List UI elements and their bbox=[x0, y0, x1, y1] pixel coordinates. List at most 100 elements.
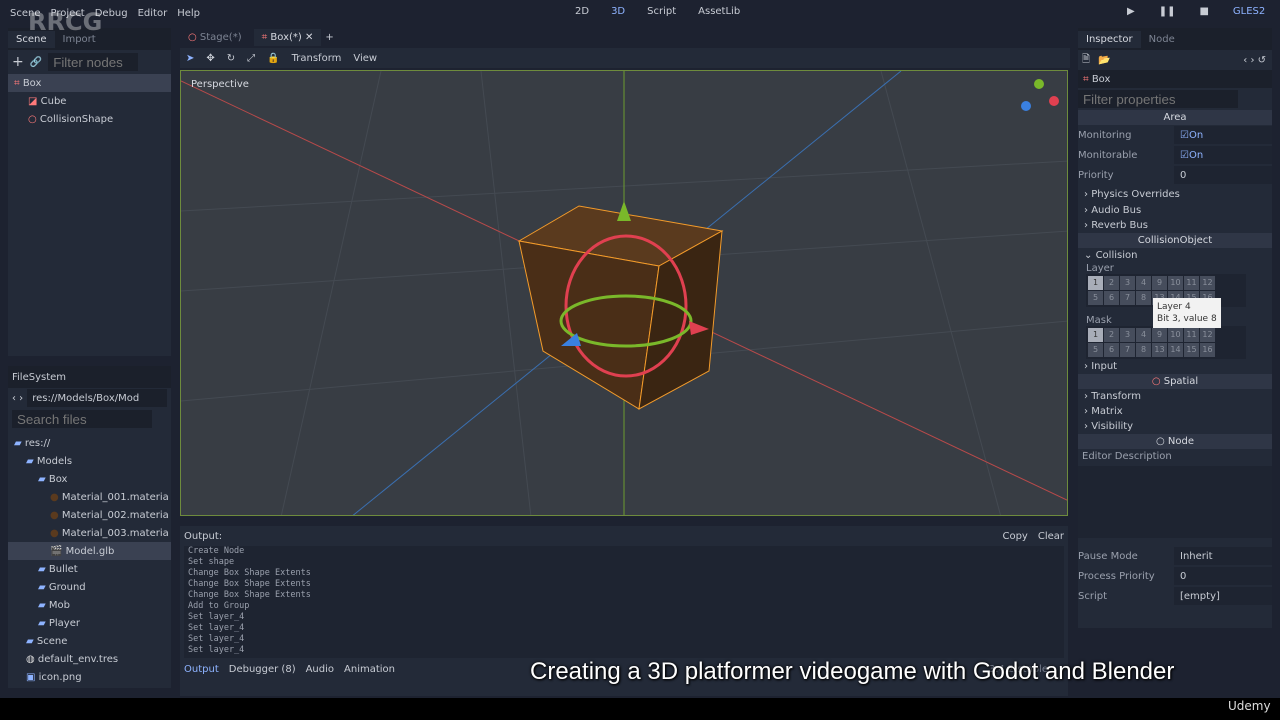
new-resource-icon[interactable]: 🗎 bbox=[1082, 52, 1090, 69]
group-input[interactable]: › Input bbox=[1078, 359, 1272, 374]
layer-bit[interactable]: 5 bbox=[1088, 291, 1103, 305]
object-selector[interactable]: ⌗ Box bbox=[1078, 70, 1272, 88]
layer-bit[interactable]: 6 bbox=[1104, 343, 1119, 357]
layer-bit[interactable]: 11 bbox=[1184, 328, 1199, 342]
file-item[interactable]: ▣ icon.png bbox=[8, 668, 171, 686]
file-item[interactable]: ▰ Mob bbox=[8, 596, 171, 614]
tab-stage[interactable]: ○ Stage(*) bbox=[180, 29, 250, 46]
layer-bit[interactable]: 14 bbox=[1168, 343, 1183, 357]
layer-bit[interactable]: 8 bbox=[1136, 343, 1151, 357]
3d-viewport[interactable]: Perspective bbox=[180, 70, 1068, 516]
layer-bit[interactable]: 11 bbox=[1184, 276, 1199, 290]
file-item[interactable]: ◍ default_env.tres bbox=[8, 650, 171, 668]
workspace-3d[interactable]: 3D bbox=[611, 6, 625, 17]
open-icon[interactable]: 📂 bbox=[1098, 55, 1110, 66]
editor-description-field[interactable] bbox=[1078, 466, 1272, 538]
play-icon[interactable]: ▶ bbox=[1127, 6, 1135, 17]
group-transform[interactable]: › Transform bbox=[1078, 389, 1272, 404]
layer-bit[interactable]: 9 bbox=[1152, 328, 1167, 342]
workspace-assetlib[interactable]: AssetLib bbox=[698, 6, 740, 17]
lock-icon[interactable]: 🔒 bbox=[267, 53, 279, 64]
file-item[interactable]: ● Material_002.materia bbox=[8, 506, 171, 524]
layer-bit[interactable]: 4 bbox=[1136, 276, 1151, 290]
file-item[interactable]: ● Material_003.materia bbox=[8, 524, 171, 542]
search-files-input[interactable] bbox=[12, 410, 152, 428]
file-item[interactable]: ▰ Models bbox=[8, 452, 171, 470]
file-item[interactable]: ▰ Bullet bbox=[8, 560, 171, 578]
group-matrix[interactable]: › Matrix bbox=[1078, 404, 1272, 419]
layer-bit[interactable]: 6 bbox=[1104, 291, 1119, 305]
layer-bit[interactable]: 1 bbox=[1088, 276, 1103, 290]
add-node-icon[interactable]: + bbox=[12, 54, 24, 70]
layer-bit[interactable]: 15 bbox=[1184, 343, 1199, 357]
layer-bit[interactable]: 12 bbox=[1200, 276, 1215, 290]
layer-bit[interactable]: 7 bbox=[1120, 291, 1135, 305]
script-select[interactable]: [empty] bbox=[1174, 587, 1272, 605]
file-item[interactable]: ▰ res:// bbox=[8, 434, 171, 452]
tab-debugger[interactable]: Debugger (8) bbox=[229, 664, 296, 675]
file-item[interactable]: 🎬 Model.glb bbox=[8, 542, 171, 560]
group-physics-overrides[interactable]: › Physics Overrides bbox=[1078, 185, 1272, 203]
file-item[interactable]: ▰ Scene bbox=[8, 632, 171, 650]
link-icon[interactable]: 🔗 bbox=[30, 57, 42, 68]
group-collision[interactable]: ⌄ Collision bbox=[1078, 248, 1272, 263]
layer-bit[interactable]: 13 bbox=[1152, 343, 1167, 357]
tree-node-cube[interactable]: ◪ Cube bbox=[8, 92, 171, 110]
layer-bit[interactable]: 10 bbox=[1168, 276, 1183, 290]
pause-icon[interactable]: ❚❚ bbox=[1159, 6, 1176, 17]
layer-bit[interactable]: 4 bbox=[1136, 328, 1151, 342]
mask-bits[interactable]: 1 2 3 4 9 10 11 12 5 6 7 8 13 14 15 16 bbox=[1086, 326, 1246, 359]
layer-bit[interactable]: 7 bbox=[1120, 343, 1135, 357]
tree-node-box[interactable]: ⌗ Box bbox=[8, 74, 171, 92]
monitorable-checkbox[interactable]: ☑ On bbox=[1174, 146, 1272, 164]
layer-bit[interactable]: 10 bbox=[1168, 328, 1183, 342]
layer-bit[interactable]: 2 bbox=[1104, 328, 1119, 342]
tab-box[interactable]: ⌗ Box(*) ✕ bbox=[253, 28, 322, 46]
layer-bit[interactable]: 2 bbox=[1104, 276, 1119, 290]
filter-nodes-input[interactable] bbox=[48, 53, 139, 71]
filter-properties-input[interactable] bbox=[1078, 90, 1238, 108]
renderer-select[interactable]: GLES2 bbox=[1233, 6, 1265, 17]
copy-button[interactable]: Copy bbox=[1002, 531, 1027, 542]
tab-animation[interactable]: Animation bbox=[344, 664, 395, 675]
select-tool-icon[interactable]: ➤ bbox=[186, 53, 194, 64]
group-visibility[interactable]: › Visibility bbox=[1078, 419, 1272, 434]
perspective-menu[interactable]: Perspective bbox=[191, 79, 249, 90]
layer-bit[interactable]: 9 bbox=[1152, 276, 1167, 290]
new-tab-icon[interactable]: + bbox=[325, 32, 333, 43]
file-item[interactable]: ▰ Ground bbox=[8, 578, 171, 596]
menu-editor[interactable]: Editor bbox=[138, 8, 168, 19]
path-field[interactable]: res://Models/Box/Mod bbox=[27, 389, 167, 407]
menu-help[interactable]: Help bbox=[177, 8, 200, 19]
file-item[interactable]: ▰ Player bbox=[8, 614, 171, 632]
scale-tool-icon[interactable]: ⤢ bbox=[247, 53, 255, 64]
view-menu[interactable]: View bbox=[353, 53, 377, 64]
move-tool-icon[interactable]: ✥ bbox=[206, 53, 214, 64]
process-priority-spinbox[interactable]: 0 bbox=[1174, 567, 1272, 585]
stop-icon[interactable]: ■ bbox=[1199, 6, 1208, 17]
group-audio-bus[interactable]: › Audio Bus bbox=[1078, 203, 1272, 218]
group-reverb-bus[interactable]: › Reverb Bus bbox=[1078, 218, 1272, 233]
layer-bit[interactable]: 1 bbox=[1088, 328, 1103, 342]
tab-node[interactable]: Node bbox=[1141, 31, 1183, 48]
tab-output[interactable]: Output bbox=[184, 664, 219, 675]
clear-button[interactable]: Clear bbox=[1038, 531, 1064, 542]
rotate-tool-icon[interactable]: ↻ bbox=[227, 53, 235, 64]
monitoring-checkbox[interactable]: ☑ On bbox=[1174, 126, 1272, 144]
workspace-2d[interactable]: 2D bbox=[575, 6, 589, 17]
layer-bit[interactable]: 8 bbox=[1136, 291, 1151, 305]
tree-node-collisionshape[interactable]: ○ CollisionShape bbox=[8, 110, 171, 128]
layer-bit[interactable]: 16 bbox=[1200, 343, 1215, 357]
layer-bit[interactable]: 12 bbox=[1200, 328, 1215, 342]
transform-menu[interactable]: Transform bbox=[292, 53, 342, 64]
layer-bit[interactable]: 5 bbox=[1088, 343, 1103, 357]
priority-spinbox[interactable]: 0 bbox=[1174, 166, 1272, 184]
layer-bit[interactable]: 3 bbox=[1120, 328, 1135, 342]
workspace-script[interactable]: Script bbox=[647, 6, 676, 17]
pause-mode-select[interactable]: Inherit bbox=[1174, 547, 1272, 565]
tab-inspector[interactable]: Inspector bbox=[1078, 30, 1141, 48]
history-icon[interactable]: ‹ › ↺ bbox=[1243, 55, 1266, 66]
back-icon[interactable]: ‹ › bbox=[12, 393, 23, 404]
file-item[interactable]: ● Material_001.materia bbox=[8, 488, 171, 506]
file-item[interactable]: ▰ Box bbox=[8, 470, 171, 488]
